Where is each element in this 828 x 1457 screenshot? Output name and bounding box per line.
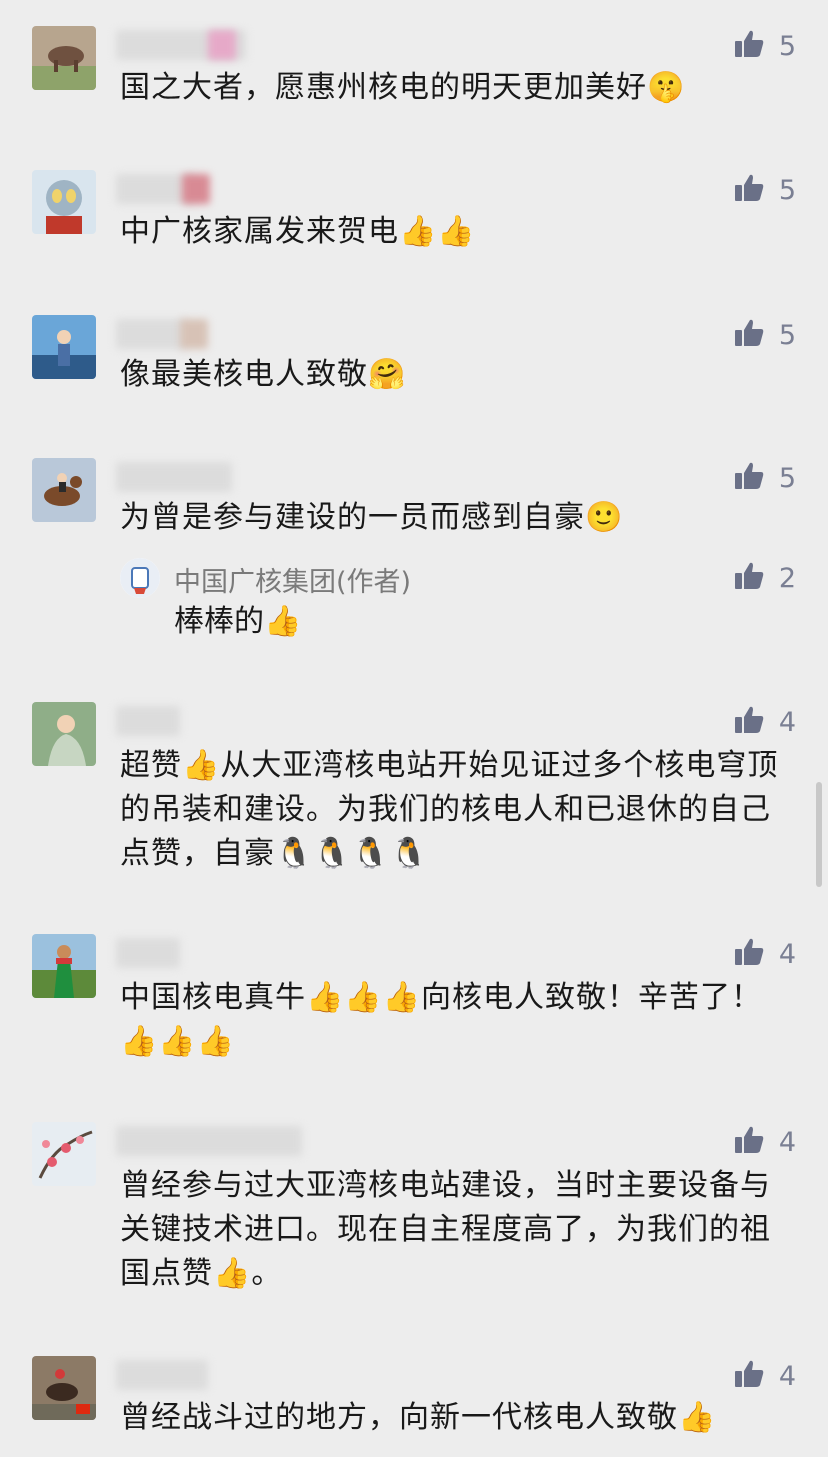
thumbs-up-icon (733, 460, 765, 496)
avatar[interactable] (32, 934, 96, 998)
name-redacted (116, 938, 180, 968)
like-button[interactable]: 5 (733, 458, 796, 498)
thumbs-up-icon (733, 317, 765, 353)
avatar[interactable] (32, 1122, 96, 1186)
reply-text: 棒棒的👍 (174, 604, 302, 639)
like-count: 5 (778, 174, 796, 206)
scrollbar[interactable] (816, 782, 822, 887)
thumbs-up-icon (733, 28, 765, 64)
like-count: 2 (778, 562, 796, 594)
like-button[interactable]: 4 (733, 934, 796, 974)
comment-text: 国之大者，愿惠州核电的明天更加美好🤫 (120, 70, 686, 105)
like-button[interactable]: 4 (733, 1122, 796, 1162)
like-count: 4 (778, 1360, 796, 1392)
reply-author[interactable]: 中国广核集团(作者) (174, 560, 411, 599)
avatar[interactable] (32, 170, 96, 234)
name-redacted (208, 30, 236, 60)
like-button[interactable]: 5 (733, 26, 796, 66)
thumbs-up-icon (733, 1358, 765, 1394)
avatar[interactable] (32, 1356, 96, 1420)
avatar[interactable] (32, 315, 96, 379)
like-button[interactable]: 4 (733, 702, 796, 742)
name-redacted (116, 706, 180, 736)
comment-text: 曾经战斗过的地方，向新一代核电人致敬👍 (120, 1400, 717, 1435)
comment-text: 超赞👍从大亚湾核电站开始见证过多个核电穹顶的吊装和建设。为我们的核电人和已退休的… (120, 748, 779, 871)
comment-text: 中广核家属发来贺电👍👍 (120, 214, 476, 249)
like-button[interactable]: 5 (733, 315, 796, 355)
name-redacted (116, 1360, 208, 1390)
thumbs-up-icon (733, 1124, 765, 1160)
thumbs-up-icon (733, 936, 765, 972)
thumbs-up-icon (733, 560, 765, 596)
name-redacted (116, 319, 186, 349)
name-redacted (180, 319, 208, 349)
like-count: 4 (778, 1126, 796, 1158)
name-redacted (182, 174, 210, 204)
reply-like-button[interactable]: 2 (733, 558, 796, 598)
comment-text: 像最美核电人致敬🤗 (120, 357, 407, 392)
like-button[interactable]: 4 (733, 1356, 796, 1396)
like-count: 5 (778, 462, 796, 494)
thumbs-up-icon (733, 704, 765, 740)
avatar[interactable] (32, 458, 96, 522)
avatar[interactable] (32, 26, 96, 90)
name-redacted (116, 1126, 302, 1156)
comment-text: 为曾是参与建设的一员而感到自豪🙂 (120, 500, 624, 535)
like-count: 4 (778, 938, 796, 970)
comment-text: 中国核电真牛👍👍👍向核电人致敬！辛苦了！👍👍👍 (120, 980, 763, 1059)
thumbs-up-icon (733, 172, 765, 208)
avatar[interactable] (32, 702, 96, 766)
author-avatar[interactable] (120, 558, 160, 598)
like-count: 5 (778, 30, 796, 62)
comment-text: 曾经参与过大亚湾核电站建设，当时主要设备与关键技术进口。现在自主程度高了，为我们… (120, 1168, 771, 1291)
name-redacted (116, 462, 232, 492)
like-button[interactable]: 5 (733, 170, 796, 210)
like-count: 5 (778, 319, 796, 351)
like-count: 4 (778, 706, 796, 738)
